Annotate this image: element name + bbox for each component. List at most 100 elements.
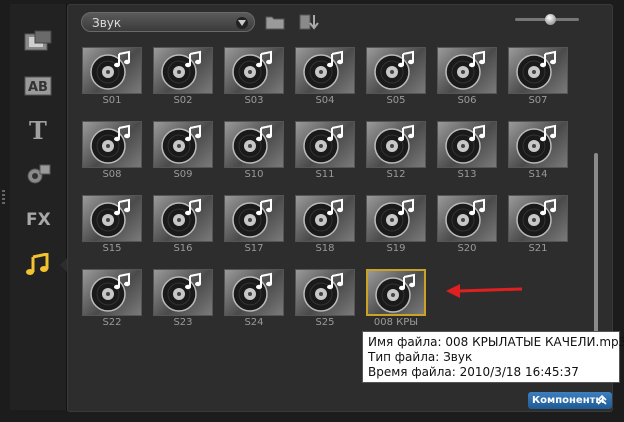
vinyl-record-icon	[437, 121, 497, 168]
clip-label: 008 КРЫ	[373, 317, 419, 328]
music-note-icon	[26, 253, 49, 275]
vinyl-record-icon	[82, 195, 142, 242]
clip-thumbnail[interactable]: S02	[153, 47, 213, 108]
vinyl-record-icon	[508, 121, 568, 168]
components-button[interactable]: Компоненты	[528, 392, 612, 409]
clip-label: S05	[386, 95, 406, 106]
sidebar-item-media[interactable]	[18, 24, 58, 60]
sort-button[interactable]	[298, 12, 320, 32]
category-dropdown[interactable]: Звук	[81, 12, 255, 32]
clip-thumbnail[interactable]: S20	[437, 195, 497, 256]
clip-label: S04	[315, 95, 335, 106]
annotation-arrow-icon	[446, 284, 523, 298]
clip-label: S12	[386, 169, 406, 180]
title-t-icon: T	[29, 118, 47, 142]
clip-label: S06	[457, 95, 477, 106]
clip-thumbnail[interactable]: S11	[295, 121, 355, 182]
clip-thumbnail[interactable]: S16	[153, 195, 213, 256]
clip-label: S02	[173, 95, 193, 106]
tooltip-file-type: Тип файла: Звук	[368, 350, 473, 364]
vinyl-record-icon	[82, 269, 142, 316]
clip-label: S09	[173, 169, 193, 180]
fx-icon: FX	[26, 210, 51, 230]
clip-label: S14	[528, 169, 548, 180]
slider-knob[interactable]	[545, 14, 557, 25]
sidebar-item-filters[interactable]: FX	[18, 200, 58, 236]
clip-thumbnail[interactable]: S01	[82, 47, 142, 108]
clip-label: S16	[173, 243, 193, 254]
clip-label: S21	[528, 243, 548, 254]
svg-text:FX: FX	[26, 210, 51, 230]
clip-thumbnail[interactable]: S21	[508, 195, 568, 256]
vinyl-record-icon	[295, 121, 355, 168]
media-library-window: AB T FX Звук S01 S02 S03 S04 S05 S06 S07…	[0, 0, 624, 422]
clip-label: S11	[315, 169, 335, 180]
library-sidebar: AB T FX	[10, 4, 69, 410]
vinyl-record-icon	[224, 47, 284, 94]
sort-download-icon	[299, 14, 319, 30]
clip-thumbnail[interactable]: S15	[82, 195, 142, 256]
vinyl-record-icon	[153, 195, 213, 242]
vinyl-record-icon	[224, 269, 284, 316]
clip-thumbnail[interactable]: 008 КРЫ	[366, 269, 426, 330]
vinyl-record-icon	[366, 269, 426, 316]
clip-label: S17	[244, 243, 264, 254]
clip-thumbnail[interactable]: S14	[508, 121, 568, 182]
sidebar-item-titles[interactable]: T	[18, 112, 58, 148]
vinyl-record-icon	[508, 195, 568, 242]
clip-thumbnail[interactable]: S04	[295, 47, 355, 108]
clip-thumbnail[interactable]: S09	[153, 121, 213, 182]
clip-thumbnail[interactable]: S08	[82, 121, 142, 182]
ab-transition-icon: AB	[24, 76, 52, 96]
vinyl-record-icon	[508, 47, 568, 94]
chevron-down-icon	[236, 17, 248, 29]
clip-thumbnail[interactable]: S22	[82, 269, 142, 330]
clip-thumbnail[interactable]: S17	[224, 195, 284, 256]
clip-thumbnail[interactable]: S25	[295, 269, 355, 330]
svg-text:T: T	[29, 118, 47, 142]
clip-label: S20	[457, 243, 477, 254]
clip-label: S10	[244, 169, 264, 180]
sidebar-item-transitions[interactable]: AB	[18, 68, 58, 104]
clip-label: S23	[173, 317, 193, 328]
vinyl-record-icon	[437, 47, 497, 94]
clip-label: S25	[315, 317, 335, 328]
folder-icon	[265, 16, 285, 30]
clip-thumbnail[interactable]: S19	[366, 195, 426, 256]
vinyl-record-icon	[224, 195, 284, 242]
clip-thumbnail[interactable]: S12	[366, 121, 426, 182]
clip-thumbnail[interactable]: S13	[437, 121, 497, 182]
clip-thumbnail[interactable]: S05	[366, 47, 426, 108]
vinyl-record-icon	[153, 47, 213, 94]
vinyl-record-icon	[437, 195, 497, 242]
clip-label: S13	[457, 169, 477, 180]
vinyl-record-icon	[366, 47, 426, 94]
sidebar-item-graphics[interactable]	[18, 156, 58, 192]
sidebar-item-audio[interactable]	[18, 247, 69, 283]
clip-thumbnail[interactable]: S23	[153, 269, 213, 330]
thumbnail-size-slider[interactable]	[515, 14, 579, 25]
clip-thumbnail[interactable]: S06	[437, 47, 497, 108]
tooltip-file-time: Время файла: 2010/3/18 16:45:37	[368, 365, 579, 379]
clip-thumbnail[interactable]: S07	[508, 47, 568, 108]
import-folder-button[interactable]	[264, 12, 286, 32]
film-strip-icon	[24, 30, 52, 51]
clip-thumbnail[interactable]: S10	[224, 121, 284, 182]
components-button-label: Компоненты	[532, 395, 605, 406]
vinyl-record-icon	[153, 121, 213, 168]
clip-label: S15	[102, 243, 122, 254]
category-dropdown-value: Звук	[92, 16, 122, 30]
gear-puzzle-icon	[27, 164, 51, 184]
clip-thumbnail[interactable]: S24	[224, 269, 284, 330]
resize-grip[interactable]	[2, 190, 5, 204]
vinyl-record-icon	[295, 269, 355, 316]
clip-thumbnail[interactable]: S18	[295, 195, 355, 256]
vinyl-record-icon	[82, 47, 142, 94]
clip-label: S07	[528, 95, 548, 106]
vinyl-record-icon	[295, 195, 355, 242]
clip-label: S01	[102, 95, 122, 106]
double-chevron-up-icon	[596, 394, 608, 412]
clip-thumbnail[interactable]: S03	[224, 47, 284, 108]
clip-label: S18	[315, 243, 335, 254]
vinyl-record-icon	[82, 121, 142, 168]
